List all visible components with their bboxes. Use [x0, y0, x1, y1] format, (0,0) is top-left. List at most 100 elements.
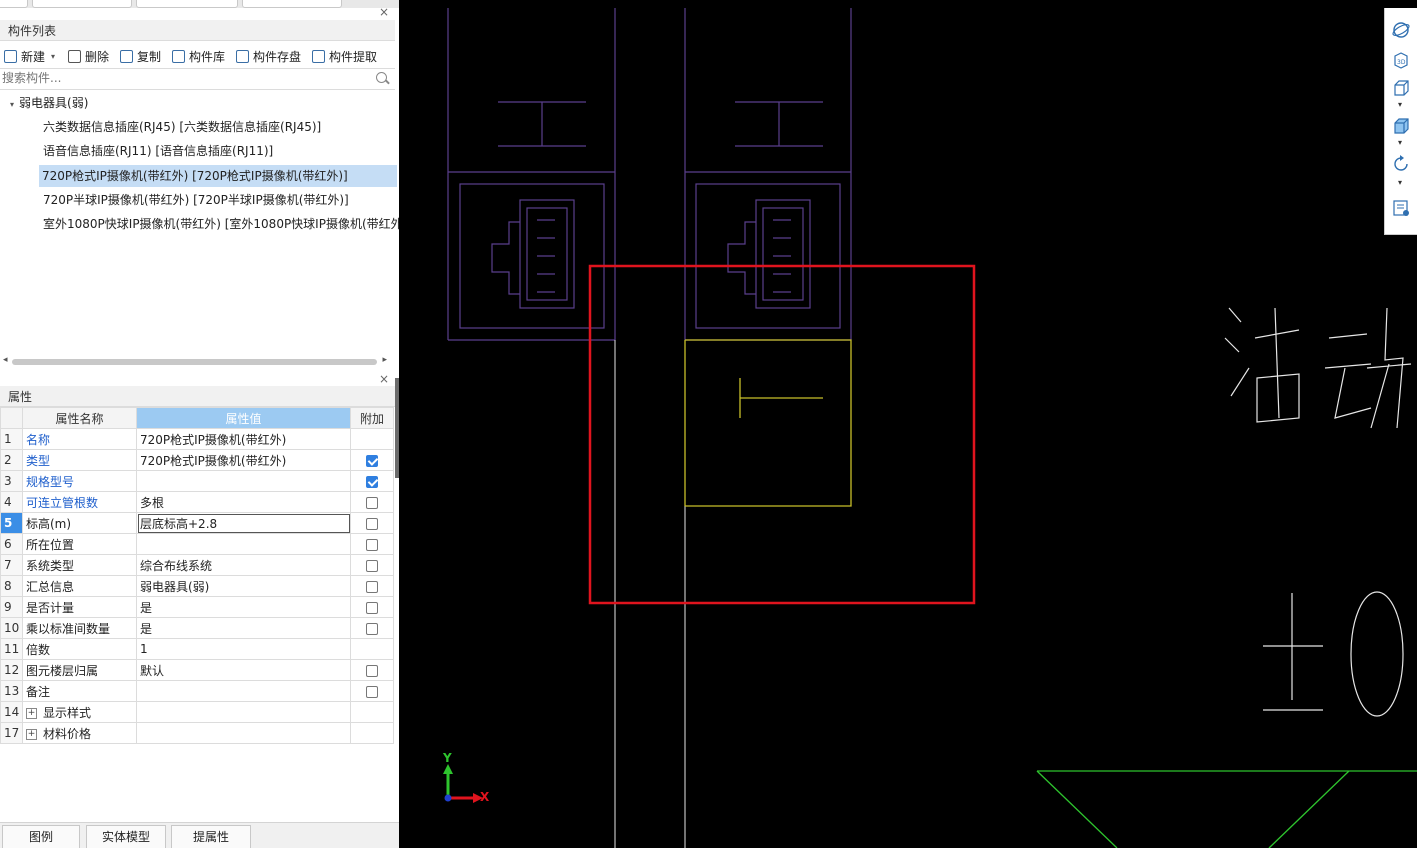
property-extra — [350, 596, 394, 618]
top-tab[interactable] — [136, 0, 238, 8]
property-name: 系统类型 — [22, 554, 137, 576]
extract-component-button[interactable]: 构件提取 — [312, 47, 377, 65]
property-name-label: 系统类型 — [26, 558, 75, 573]
extra-checkbox[interactable] — [366, 601, 378, 614]
extract-component-label: 构件提取 — [329, 49, 378, 64]
save-component-button[interactable]: 构件存盘 — [236, 47, 301, 65]
property-value[interactable]: 1 — [136, 638, 351, 660]
property-value[interactable]: 综合布线系统 — [136, 554, 351, 576]
property-value[interactable] — [136, 533, 351, 555]
close-icon[interactable]: × — [379, 5, 389, 19]
property-value[interactable]: 默认 — [136, 659, 351, 681]
property-row[interactable]: 1 名称 720P枪式IP摄像机(带红外) — [0, 428, 394, 450]
close-icon[interactable]: × — [379, 372, 389, 386]
chevron-down-icon[interactable]: ▾ — [1398, 100, 1402, 109]
top-tab[interactable] — [0, 0, 28, 8]
scroll-left-icon[interactable]: ◂ — [3, 355, 8, 365]
property-value[interactable]: 层底标高+2.8 — [136, 512, 351, 534]
property-name: 标高(m) — [22, 512, 137, 534]
rotate-icon[interactable] — [1391, 154, 1411, 174]
extra-checkbox[interactable] — [366, 475, 378, 488]
3d-view-icon[interactable]: 3D — [1391, 50, 1411, 70]
extra-checkbox[interactable] — [366, 517, 378, 530]
tree-root[interactable]: ▾ 弱电器具(弱) — [10, 92, 88, 114]
property-row[interactable]: 6 所在位置 — [0, 533, 394, 555]
drawing-canvas[interactable]: Y X — [399, 8, 1417, 848]
scroll-thumb[interactable] — [12, 359, 377, 365]
property-row[interactable]: 12 图元楼层归属 默认 — [0, 659, 394, 681]
expand-icon[interactable]: + — [26, 728, 37, 740]
property-row[interactable]: 14 + 显示样式 — [0, 701, 394, 723]
chevron-down-icon[interactable]: ▾ — [10, 100, 14, 109]
property-name: 备注 — [22, 680, 137, 702]
property-extra — [350, 512, 394, 534]
property-row[interactable]: 13 备注 — [0, 680, 394, 702]
property-value[interactable]: 是 — [136, 617, 351, 639]
row-number: 17 — [0, 722, 23, 744]
tab-solid-model[interactable]: 实体模型 — [86, 825, 166, 848]
property-value[interactable] — [136, 470, 351, 492]
property-value[interactable]: 弱电器具(弱) — [136, 575, 351, 597]
orbit-icon[interactable] — [1391, 20, 1411, 40]
extra-checkbox[interactable] — [366, 622, 378, 635]
properties-title: 属性 — [8, 390, 33, 404]
extra-checkbox[interactable] — [366, 496, 378, 509]
property-value[interactable]: 是 — [136, 596, 351, 618]
search-icon[interactable] — [376, 72, 387, 83]
row-number: 3 — [0, 470, 23, 492]
delete-button[interactable]: 删除 — [68, 47, 109, 65]
property-value[interactable]: 多根 — [136, 491, 351, 513]
tab-extract-properties[interactable]: 提属性 — [171, 825, 251, 848]
chevron-down-icon[interactable]: ▾ — [1398, 178, 1402, 187]
property-extra — [350, 701, 394, 723]
chevron-down-icon[interactable]: ▾ — [1398, 138, 1402, 147]
property-value[interactable] — [136, 722, 351, 744]
property-value[interactable]: 720P枪式IP摄像机(带红外) — [136, 449, 351, 471]
property-row[interactable]: 9 是否计量 是 — [0, 596, 394, 618]
view-cube-icon[interactable] — [1391, 78, 1411, 98]
property-row[interactable]: 2 类型 720P枪式IP摄像机(带红外) — [0, 449, 394, 471]
tree-horizontal-scrollbar[interactable]: ◂ ▸ — [0, 354, 395, 368]
layer-display-icon[interactable] — [1391, 198, 1411, 218]
property-extra — [350, 659, 394, 681]
property-row[interactable]: 4 可连立管根数 多根 — [0, 491, 394, 513]
library-button[interactable]: 构件库 — [172, 47, 225, 65]
tree-item[interactable]: 室外1080P快球IP摄像机(带红外) [室外1080P快球IP摄像机(带红外)… — [40, 213, 399, 235]
search-input[interactable] — [2, 70, 362, 86]
header-property-name: 属性名称 — [22, 407, 137, 429]
tree-item[interactable]: 720P半球IP摄像机(带红外) [720P半球IP摄像机(带红外)] — [40, 189, 352, 211]
property-row[interactable]: 17 + 材料价格 — [0, 722, 394, 744]
new-button[interactable]: 新建 ▾ — [4, 47, 55, 65]
chevron-down-icon[interactable]: ▾ — [51, 52, 55, 61]
expand-icon[interactable]: + — [26, 707, 37, 719]
property-row[interactable]: 3 规格型号 — [0, 470, 394, 492]
property-row[interactable]: 7 系统类型 综合布线系统 — [0, 554, 394, 576]
view-cube-filled-icon[interactable] — [1391, 116, 1411, 136]
property-row[interactable]: 5 标高(m) 层底标高+2.8 — [0, 512, 394, 534]
extra-checkbox[interactable] — [366, 454, 378, 467]
top-tab[interactable] — [32, 0, 132, 8]
extra-checkbox[interactable] — [366, 664, 378, 677]
tree-item[interactable]: 六类数据信息插座(RJ45) [六类数据信息插座(RJ45)] — [40, 116, 324, 138]
property-row[interactable]: 10 乘以标准间数量 是 — [0, 617, 394, 639]
extra-checkbox[interactable] — [366, 580, 378, 593]
tree-item[interactable]: 语音信息插座(RJ11) [语音信息插座(RJ11)] — [40, 140, 276, 162]
top-tab-strip — [0, 0, 399, 8]
tab-legend[interactable]: 图例 — [2, 825, 80, 848]
tree-item-selected[interactable]: 720P枪式IP摄像机(带红外) [720P枪式IP摄像机(带红外)] — [39, 165, 397, 187]
extra-checkbox[interactable] — [366, 559, 378, 572]
extra-checkbox[interactable] — [366, 538, 378, 551]
tree-root-label: 弱电器具(弱) — [19, 96, 89, 110]
copy-button[interactable]: 复制 — [120, 47, 161, 65]
scroll-right-icon[interactable]: ▸ — [382, 355, 387, 365]
delete-label: 删除 — [85, 49, 110, 64]
property-value[interactable]: 720P枪式IP摄像机(带红外) — [136, 428, 351, 450]
top-tab[interactable] — [242, 0, 342, 8]
property-value[interactable] — [136, 701, 351, 723]
property-name: 类型 — [22, 449, 137, 471]
extra-checkbox[interactable] — [366, 685, 378, 698]
property-row[interactable]: 8 汇总信息 弱电器具(弱) — [0, 575, 394, 597]
property-extra — [350, 575, 394, 597]
property-value[interactable] — [136, 680, 351, 702]
property-row[interactable]: 11 倍数 1 — [0, 638, 394, 660]
